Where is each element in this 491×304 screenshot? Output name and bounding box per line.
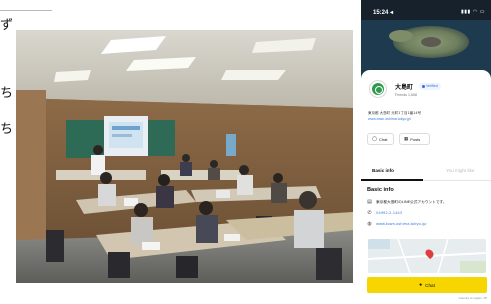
profile-tabs: Basic info You might like — [361, 168, 491, 182]
classroom-photo — [16, 30, 353, 283]
account-avatar — [369, 80, 387, 98]
chat-action-label: Chat — [379, 136, 388, 142]
verified-check-icon — [422, 85, 425, 88]
account-address: 東京都 大島町 元町1丁目1番14号 — [368, 111, 422, 115]
chat-button[interactable]: ● Chat — [367, 277, 487, 293]
tab-basic-info[interactable]: Basic info — [372, 168, 394, 173]
status-icons: ▮▮▮ ◠ ▭ — [460, 9, 485, 15]
basic-info-title: Basic info — [367, 187, 394, 193]
phone-number-link[interactable]: 04992-2-1443 — [376, 211, 402, 215]
posts-grid-icon: ▦ — [404, 136, 409, 141]
chat-action-button[interactable]: ◯ Chat — [367, 133, 394, 145]
chat-button-label: Chat — [425, 282, 435, 288]
info-row-description: ▤ 東京都大島町のLINE公式アカウントです。 — [367, 198, 447, 206]
slide-divider — [0, 10, 52, 11]
slide-text-fragment-1: ず — [0, 18, 14, 33]
description-text: 東京都大島町のLINE公式アカウントです。 — [376, 199, 447, 204]
screen-root: ず ち ち 15:24 ◂ ▮▮▮ ◠ ▭ 大島町 Verified Frien… — [0, 0, 491, 304]
country-footnote: Country or region: JP — [458, 296, 487, 300]
verified-badge: Verified — [419, 83, 441, 90]
friends-count: Friends 1,658 — [395, 93, 417, 97]
posts-action-label: Posts — [410, 136, 421, 142]
posts-action-button[interactable]: ▦ Posts — [399, 133, 430, 145]
profile-cover-image: 15:24 ◂ ▮▮▮ ◠ ▭ — [361, 0, 491, 78]
profile-card: 大島町 Verified Friends 1,658 東京都 大島町 元町1丁目… — [361, 70, 491, 304]
location-map[interactable] — [368, 239, 486, 273]
chat-icon: ● — [419, 282, 423, 288]
phone-icon: ✆ — [367, 209, 372, 216]
account-url-link[interactable]: www.town.oshima.tokyo.jp/ — [368, 117, 411, 121]
status-time: 15:24 ◂ — [373, 10, 394, 16]
active-tab-indicator — [361, 179, 423, 181]
tab-you-might-like[interactable]: You might like — [446, 168, 474, 173]
website-link[interactable]: www.town.oshima.tokyo.jp/ — [376, 222, 427, 226]
info-row-phone[interactable]: ✆ 04992-2-1443 — [367, 209, 402, 217]
document-icon: ▤ — [367, 198, 372, 205]
info-row-website[interactable]: ◍ www.town.oshima.tokyo.jp/ — [367, 220, 427, 228]
account-name: 大島町 — [395, 84, 414, 91]
globe-icon: ◍ — [367, 220, 372, 227]
slide-text-fragment-3: ち — [0, 122, 14, 137]
slide-text-fragment-2: ち — [0, 86, 14, 101]
verified-label: Verified — [426, 84, 438, 88]
town-emblem-icon — [372, 83, 384, 95]
line-official-account-screenshot: 15:24 ◂ ▮▮▮ ◠ ▭ 大島町 Verified Friends 1,6… — [361, 0, 491, 304]
chat-bubble-icon: ◯ — [372, 136, 378, 141]
